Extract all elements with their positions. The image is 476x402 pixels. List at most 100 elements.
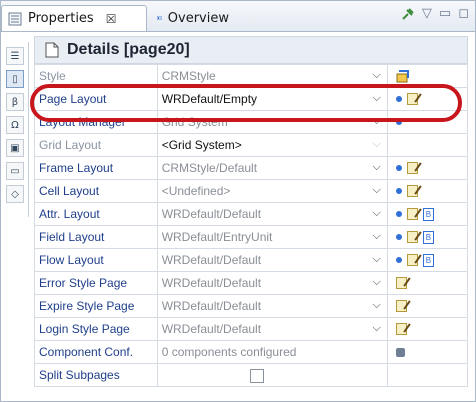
editor-side-toolbar: ☰ ▯ β Ω ▣ ▭ ◇ [4,42,29,217]
property-value[interactable]: WRDefault/Default ⌵ [156,317,388,341]
style-icon[interactable] [396,69,410,83]
property-value[interactable]: <Undefined> ⌵ [156,179,388,203]
property-value[interactable]: 0 components configured [156,340,388,364]
property-actions [386,156,469,180]
chevron-down-icon[interactable]: ⌵ [373,276,381,289]
chevron-down-icon[interactable]: ⌵ [373,322,381,335]
action-icons: B [392,230,463,244]
monitor-icon[interactable]: ▣ [6,139,24,157]
chevron-down-icon[interactable]: ⌵ [373,253,381,266]
code-icon[interactable]: ◇ [6,185,24,203]
property-name: Cell Layout [34,179,158,203]
override-dot-icon [395,165,402,171]
view-toolbar: ▽ ▭ ◻ [401,7,469,21]
edit-icon[interactable] [406,185,418,197]
action-icons [392,185,463,197]
property-name: Attr. Layout [34,202,158,226]
property-value[interactable]: <Grid System> ⌵ [156,133,388,157]
property-value-text: WRDefault/Default [161,207,262,221]
override-dot-icon [395,234,402,240]
property-name: Login Style Page [34,317,158,341]
chevron-down-icon[interactable]: ⌵ [373,230,381,243]
property-name: Page Layout [34,87,158,111]
tab-overview[interactable]: Overview [151,5,235,31]
property-name: Error Style Page [34,271,158,295]
property-value[interactable]: WRDefault/Default ⌵ [156,248,388,272]
property-actions [386,340,469,364]
overview-icon [157,16,162,20]
property-value[interactable]: WRDefault/EntryUnit ⌵ [156,225,388,249]
property-name: Layout Manager [34,110,158,134]
table-row: Login Style Page WRDefault/Default ⌵ [34,317,469,341]
override-dot-icon [395,96,402,102]
property-value-text: WRDefault/EntryUnit [161,230,273,244]
property-actions [386,363,469,387]
property-actions [386,110,469,134]
menu-icon[interactable]: ▽ [422,7,432,21]
document-icon[interactable]: ▯ [6,70,24,88]
table-row: Split Subpages [34,363,469,387]
edit-icon[interactable] [395,300,407,312]
property-value[interactable]: WRDefault/Default ⌵ [156,271,388,295]
property-value[interactable]: WRDefault/Default ⌵ [156,294,388,318]
table-row: Attr. Layout WRDefault/Default ⌵ B [34,202,469,226]
minimize-icon[interactable]: ▭ [439,7,451,21]
table-row: Frame Layout CRMStyle/Default ⌵ [34,156,469,180]
database-icon[interactable] [395,347,405,357]
chevron-down-icon[interactable]: ⌵ [373,92,381,105]
property-value-text: <Grid System> [161,138,242,152]
property-checkbox-cell[interactable] [156,363,388,387]
edit-icon[interactable] [406,231,418,243]
chevron-down-icon[interactable]: ⌵ [373,115,381,128]
action-icons [392,119,463,125]
split-subpages-checkbox[interactable] [249,368,264,383]
chevron-down-icon[interactable]: ⌵ [373,161,381,174]
code-file-icon[interactable]: B [422,230,434,244]
chevron-down-icon[interactable]: ⌵ [373,69,381,82]
close-icon[interactable]: ☒ [106,12,117,26]
script-icon[interactable]: β [6,93,24,111]
edit-icon[interactable] [406,254,418,266]
chevron-down-icon[interactable]: ⌵ [373,207,381,220]
chevron-down-icon[interactable]: ⌵ [373,299,381,312]
property-value-text: <Undefined> [161,184,231,198]
property-value[interactable]: Grid System ⌵ [156,110,388,134]
property-value[interactable]: CRMStyle/Default ⌵ [156,156,388,180]
comment-icon[interactable]: ▭ [6,162,24,180]
edit-icon[interactable] [406,162,418,174]
property-actions [386,64,469,88]
list-icon[interactable]: ☰ [6,47,24,65]
edit-icon[interactable] [395,323,407,335]
property-actions: B [386,202,469,226]
edit-icon[interactable] [395,277,407,289]
override-dot-icon [395,119,402,125]
edit-icon[interactable] [406,93,418,105]
table-row: Grid Layout <Grid System> ⌵ [34,133,469,157]
expression-icon[interactable]: Ω [6,116,24,134]
chevron-down-icon[interactable]: ⌵ [373,138,381,151]
property-actions [386,87,469,111]
property-value[interactable]: CRMStyle ⌵ [156,64,388,88]
details-header: Details [page20] [34,36,468,64]
property-value[interactable]: WRDefault/Default ⌵ [156,202,388,226]
tab-properties[interactable]: Properties ☒ [1,5,147,31]
property-actions [386,179,469,203]
table-row: Page Layout WRDefault/Empty ⌵ [34,87,469,111]
code-file-icon[interactable]: B [422,253,434,267]
table-row: Error Style Page WRDefault/Default ⌵ [34,271,469,295]
property-name: Style [34,64,158,88]
table-row: Layout Manager Grid System ⌵ [34,110,469,134]
property-value-text: WRDefault/Default [161,276,262,290]
code-file-icon[interactable]: B [422,207,434,221]
details-panel: Details [page20] Style CRMStyle ⌵ Page Layo… [34,36,469,396]
property-name: Expire Style Page [34,294,158,318]
property-name: Field Layout [34,225,158,249]
property-value[interactable]: WRDefault/Empty ⌵ [156,87,388,111]
chevron-down-icon[interactable]: ⌵ [373,184,381,197]
pin-icon[interactable] [401,7,415,21]
table-row: Flow Layout WRDefault/Default ⌵ B [34,248,469,272]
maximize-icon[interactable]: ◻ [458,7,469,21]
action-icons [392,300,463,312]
edit-icon[interactable] [406,208,418,220]
property-actions [386,317,469,341]
